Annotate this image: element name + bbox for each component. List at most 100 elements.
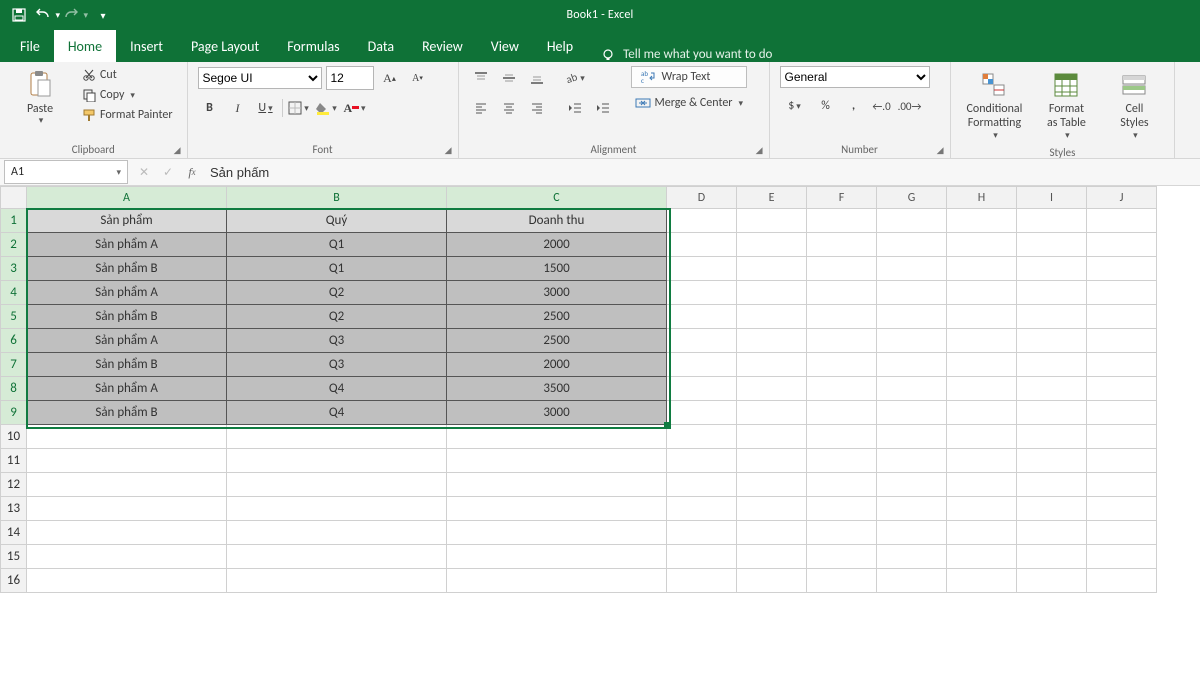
insert-cells-button[interactable]: Insert▾ (1185, 66, 1200, 129)
cell[interactable] (807, 401, 877, 425)
cell[interactable] (1087, 449, 1157, 473)
row-header[interactable]: 8 (1, 377, 27, 401)
cell[interactable] (667, 569, 737, 593)
cell[interactable] (737, 401, 807, 425)
row-header[interactable]: 5 (1, 305, 27, 329)
font-dialog-launcher[interactable]: ◢ (445, 145, 452, 156)
row-header[interactable]: 3 (1, 257, 27, 281)
cell[interactable] (947, 473, 1017, 497)
align-right-button[interactable] (525, 96, 549, 120)
tab-data[interactable]: Data (354, 30, 408, 62)
cell[interactable] (947, 257, 1017, 281)
cell[interactable] (737, 257, 807, 281)
cell[interactable] (807, 377, 877, 401)
cell[interactable] (737, 497, 807, 521)
cell[interactable] (947, 425, 1017, 449)
cell[interactable] (667, 329, 737, 353)
conditional-formatting-button[interactable]: Conditional Formatting▾ (961, 66, 1029, 144)
cell[interactable]: Sản phẩm B (27, 257, 227, 281)
cell[interactable] (1017, 353, 1087, 377)
format-as-table-button[interactable]: Format as Table▾ (1036, 66, 1096, 144)
cell[interactable] (947, 305, 1017, 329)
orientation-button[interactable]: ab▾ (563, 66, 587, 90)
cut-button[interactable]: Cut (78, 66, 177, 84)
cell[interactable] (667, 473, 737, 497)
increase-decimal-button[interactable]: ←.0 (870, 94, 894, 118)
qat-customize-button[interactable]: ▾ (90, 2, 116, 28)
align-center-button[interactable] (497, 96, 521, 120)
cell[interactable] (1017, 449, 1087, 473)
font-color-button[interactable]: A▾ (343, 96, 367, 120)
row-header[interactable]: 11 (1, 449, 27, 473)
cell[interactable] (737, 329, 807, 353)
cell[interactable] (877, 209, 947, 233)
row-header[interactable]: 4 (1, 281, 27, 305)
tab-home[interactable]: Home (54, 30, 116, 62)
cell[interactable]: Q3 (227, 353, 447, 377)
cell[interactable] (1017, 497, 1087, 521)
decrease-font-button[interactable]: A▾ (406, 66, 430, 90)
cell[interactable] (1017, 569, 1087, 593)
cell-styles-button[interactable]: Cell Styles▾ (1104, 66, 1164, 144)
cell[interactable] (877, 257, 947, 281)
column-header[interactable]: G (877, 187, 947, 209)
cell[interactable] (667, 305, 737, 329)
tab-page-layout[interactable]: Page Layout (177, 30, 273, 62)
align-top-button[interactable] (469, 66, 493, 90)
worksheet-area[interactable]: ABCDEFGHIJ1Sản phẩmQuýDoanh thu2Sản phẩm… (0, 186, 1200, 677)
cell[interactable] (1017, 233, 1087, 257)
redo-button[interactable]: ▾ (62, 2, 88, 28)
cell[interactable]: Sản phẩm A (27, 329, 227, 353)
cell[interactable] (27, 425, 227, 449)
cell[interactable] (667, 449, 737, 473)
cell[interactable] (947, 545, 1017, 569)
cell[interactable] (27, 521, 227, 545)
tab-view[interactable]: View (477, 30, 533, 62)
fill-handle[interactable] (664, 422, 670, 428)
row-header[interactable]: 10 (1, 425, 27, 449)
copy-button[interactable]: Copy▾ (78, 86, 177, 104)
tab-review[interactable]: Review (408, 30, 477, 62)
cell[interactable] (877, 473, 947, 497)
cell[interactable]: Q2 (227, 281, 447, 305)
cell[interactable] (667, 425, 737, 449)
percent-format-button[interactable]: % (814, 94, 838, 118)
cell[interactable] (737, 521, 807, 545)
cell[interactable] (877, 281, 947, 305)
cell[interactable] (1017, 401, 1087, 425)
cell[interactable] (1017, 425, 1087, 449)
formula-input[interactable] (204, 161, 1200, 183)
cell[interactable] (877, 425, 947, 449)
cell[interactable] (1087, 377, 1157, 401)
cell[interactable] (667, 353, 737, 377)
cell[interactable] (807, 329, 877, 353)
cell[interactable] (227, 569, 447, 593)
font-name-select[interactable]: Segoe UI (198, 67, 322, 89)
cell[interactable] (667, 377, 737, 401)
cell[interactable] (1087, 353, 1157, 377)
underline-button[interactable]: U▾ (254, 96, 278, 120)
fill-color-button[interactable]: ▾ (315, 96, 339, 120)
merge-center-button[interactable]: Merge & Center▾ (631, 94, 748, 112)
italic-button[interactable]: I (226, 96, 250, 120)
undo-button[interactable]: ▾ (34, 2, 60, 28)
cell[interactable] (667, 257, 737, 281)
cell[interactable] (947, 569, 1017, 593)
cell[interactable]: 1500 (447, 257, 667, 281)
row-header[interactable]: 16 (1, 569, 27, 593)
cell[interactable] (227, 545, 447, 569)
name-box[interactable]: A1▾ (4, 160, 128, 184)
cell[interactable] (1087, 329, 1157, 353)
cell[interactable] (447, 473, 667, 497)
select-all-corner[interactable] (1, 187, 27, 209)
cell[interactable]: 3500 (447, 377, 667, 401)
cell[interactable] (947, 233, 1017, 257)
enter-formula-button[interactable]: ✓ (156, 161, 180, 183)
cell[interactable] (877, 233, 947, 257)
cell[interactable] (227, 521, 447, 545)
row-header[interactable]: 2 (1, 233, 27, 257)
cancel-formula-button[interactable]: ✕ (132, 161, 156, 183)
cell[interactable] (1087, 497, 1157, 521)
cell[interactable]: Sản phẩm (27, 209, 227, 233)
cell[interactable]: 3000 (447, 281, 667, 305)
